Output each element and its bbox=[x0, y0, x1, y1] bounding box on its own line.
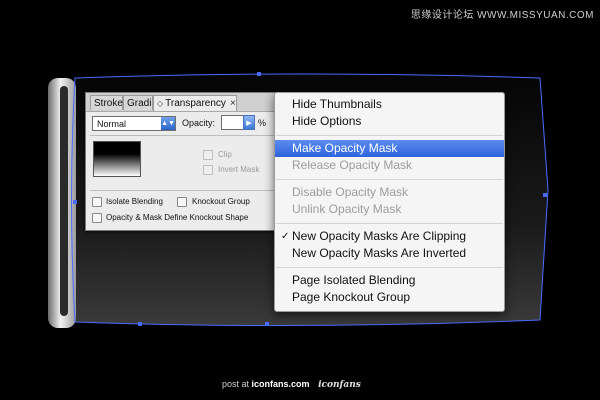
menu-item-page-isolated-blending[interactable]: Page Isolated Blending bbox=[275, 272, 504, 289]
footer-credit: post at iconfans.com iconfans bbox=[222, 379, 361, 390]
diamond-icon: ◇ bbox=[157, 99, 164, 108]
anchor-point[interactable] bbox=[543, 193, 547, 197]
menu-separator bbox=[276, 267, 503, 268]
menu-item-label: New Opacity Masks Are Clipping bbox=[292, 229, 467, 243]
menu-item-label: Disable Opacity Mask bbox=[292, 185, 409, 199]
menu-item-release-opacity-mask[interactable]: Release Opacity Mask bbox=[275, 157, 504, 174]
anchor-point[interactable] bbox=[73, 200, 77, 204]
tab-stroke[interactable]: Stroke bbox=[90, 95, 123, 110]
opacity-mask-knockout-label: Opacity & Mask Define Knockout Shape bbox=[106, 213, 249, 222]
menu-separator bbox=[276, 135, 503, 136]
menu-item-new-masks-inverted[interactable]: New Opacity Masks Are Inverted bbox=[275, 245, 504, 262]
menu-item-new-masks-clipping[interactable]: ✓ New Opacity Masks Are Clipping bbox=[275, 228, 504, 245]
menu-item-label: Unlink Opacity Mask bbox=[292, 202, 402, 216]
menu-item-label: Make Opacity Mask bbox=[292, 141, 398, 155]
transparency-flyout-menu: Hide Thumbnails Hide Options Make Opacit… bbox=[274, 92, 505, 312]
menu-separator bbox=[276, 223, 503, 224]
divider bbox=[90, 135, 276, 136]
anchor-point[interactable] bbox=[265, 322, 269, 326]
menu-item-hide-options[interactable]: Hide Options bbox=[275, 113, 504, 130]
isolate-blending-checkbox[interactable] bbox=[92, 197, 102, 207]
battery-cap-inner bbox=[60, 86, 68, 316]
chevron-updown-icon: ▲▼ bbox=[161, 117, 175, 130]
invert-mask-label: Invert Mask bbox=[218, 165, 260, 174]
divider bbox=[90, 190, 276, 191]
isolate-blending-label: Isolate Blending bbox=[106, 197, 163, 206]
opacity-label: Opacity: bbox=[182, 118, 216, 128]
menu-item-disable-opacity-mask[interactable]: Disable Opacity Mask bbox=[275, 184, 504, 201]
blend-mode-value: Normal bbox=[97, 119, 127, 129]
footer-prefix: post at bbox=[222, 379, 250, 389]
triangle-right-icon: ▶ bbox=[246, 120, 252, 127]
invert-mask-checkbox[interactable] bbox=[203, 165, 213, 175]
tab-label: Transparency bbox=[165, 98, 226, 109]
opacity-stepper[interactable]: ▶ bbox=[243, 115, 255, 130]
iconfans-logo: iconfans bbox=[318, 380, 361, 390]
checkmark-icon: ✓ bbox=[281, 231, 290, 242]
menu-item-page-knockout-group[interactable]: Page Knockout Group bbox=[275, 289, 504, 306]
close-icon[interactable]: × bbox=[230, 98, 236, 109]
footer-site: iconfans.com bbox=[251, 379, 310, 389]
clip-checkbox[interactable] bbox=[203, 150, 213, 160]
menu-item-label: Hide Options bbox=[292, 114, 362, 128]
panel-tab-bar: Stroke Gradi ◇Transparency× ≡ bbox=[86, 93, 282, 112]
menu-separator bbox=[276, 179, 503, 180]
menu-item-make-opacity-mask[interactable]: Make Opacity Mask bbox=[275, 140, 504, 157]
menu-item-label: Page Isolated Blending bbox=[292, 273, 416, 287]
menu-item-unlink-opacity-mask[interactable]: Unlink Opacity Mask bbox=[275, 201, 504, 218]
opacity-mask-knockout-checkbox[interactable] bbox=[92, 213, 102, 223]
transparency-panel: Stroke Gradi ◇Transparency× ≡ Normal ▲▼ … bbox=[85, 92, 283, 231]
menu-item-hide-thumbnails[interactable]: Hide Thumbnails bbox=[275, 96, 504, 113]
menu-item-label: Page Knockout Group bbox=[292, 290, 411, 304]
anchor-point[interactable] bbox=[257, 72, 261, 76]
anchor-point[interactable] bbox=[138, 322, 142, 326]
opacity-unit: % bbox=[258, 118, 267, 128]
knockout-group-checkbox[interactable] bbox=[177, 197, 187, 207]
menu-item-label: Release Opacity Mask bbox=[292, 158, 413, 172]
knockout-group-label: Knockout Group bbox=[192, 197, 250, 206]
tab-transparency[interactable]: ◇ Transparency × bbox=[153, 95, 237, 111]
blend-mode-select[interactable]: Normal ▲▼ bbox=[92, 116, 176, 131]
menu-item-label: Hide Thumbnails bbox=[292, 97, 382, 111]
tab-label: Stroke bbox=[94, 98, 123, 109]
tab-gradient[interactable]: Gradi bbox=[123, 95, 153, 110]
menu-item-label: New Opacity Masks Are Inverted bbox=[292, 246, 467, 260]
clip-label: Clip bbox=[218, 150, 232, 159]
mask-thumbnail[interactable] bbox=[93, 141, 141, 177]
tab-label: Gradi bbox=[127, 98, 152, 109]
